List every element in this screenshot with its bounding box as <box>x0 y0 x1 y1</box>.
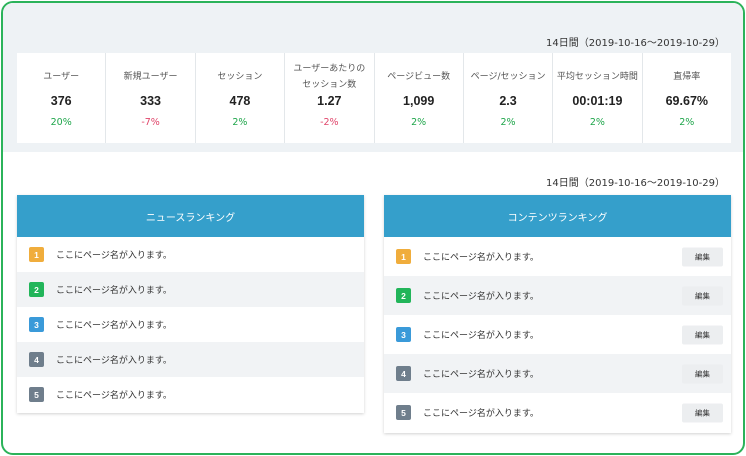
stat-label: 直帰率 <box>673 72 701 82</box>
stat-label-line2: セッション数 <box>302 80 357 90</box>
stat-pages-per-session: ページ/セッション 2.3 2% <box>464 53 554 143</box>
stat-change: 2% <box>411 117 427 128</box>
news-ranking-item[interactable]: 4 ここにページ名が入ります。 <box>17 342 364 377</box>
stat-change: -7% <box>141 117 160 128</box>
stat-label: ページ/セッション <box>470 72 546 82</box>
page-name: ここにページ名が入ります。 <box>423 409 539 419</box>
rank-badge: 2 <box>396 288 411 303</box>
edit-button[interactable]: 編集 <box>682 403 723 422</box>
news-ranking-item[interactable]: 3 ここにページ名が入ります。 <box>17 307 364 342</box>
page-name: ここにページ名が入ります。 <box>56 286 172 296</box>
stat-sessions: セッション 478 2% <box>196 53 286 143</box>
stat-change: 20% <box>50 117 72 128</box>
page-name: ここにページ名が入ります。 <box>56 321 172 331</box>
stat-label: ユーザー <box>43 72 80 82</box>
stat-new-users: 新規ユーザー 333 -7% <box>106 53 196 143</box>
content-ranking-panel: コンテンツランキング 1 ここにページ名が入ります。 編集 2 ここにページ名が… <box>384 195 731 433</box>
page-name: ここにページ名が入ります。 <box>423 331 539 341</box>
stat-label: ページビュー数 <box>387 72 451 82</box>
stat-value: 69.67% <box>665 94 709 108</box>
news-ranking-item[interactable]: 5 ここにページ名が入ります。 <box>17 377 364 412</box>
stat-value: 1,099 <box>403 94 435 108</box>
stat-pageviews: ページビュー数 1,099 2% <box>375 53 464 143</box>
rank-badge: 5 <box>29 387 44 402</box>
stat-value: 333 <box>140 94 161 108</box>
edit-button[interactable]: 編集 <box>682 247 723 266</box>
stat-label: ユーザーあたりの セッション数 <box>285 61 373 93</box>
stat-value: 478 <box>229 94 251 108</box>
page-name: ここにページ名が入ります。 <box>56 251 172 261</box>
stat-label-line1: ユーザーあたりの <box>293 64 366 74</box>
content-ranking-item[interactable]: 4 ここにページ名が入ります。 編集 <box>384 354 731 393</box>
stat-avg-session-duration: 平均セッション時間 00:01:19 2% <box>553 53 643 143</box>
rank-badge: 5 <box>396 405 411 420</box>
rank-badge: 3 <box>396 327 411 342</box>
stat-change: 2% <box>679 117 695 128</box>
stat-value: 00:01:19 <box>572 94 623 108</box>
page-name: ここにページ名が入ります。 <box>56 356 172 366</box>
content-ranking-item[interactable]: 3 ここにページ名が入ります。 編集 <box>384 315 731 354</box>
rank-badge: 4 <box>396 366 411 381</box>
stat-users: ユーザー 376 20% <box>17 53 107 143</box>
edit-button[interactable]: 編集 <box>682 286 723 305</box>
rankings-period: 14日間（2019-10-16～2019-10-29） <box>546 178 725 189</box>
content-ranking-list: 1 ここにページ名が入ります。 編集 2 ここにページ名が入ります。 編集 3 … <box>384 237 731 432</box>
stat-change: 2% <box>500 117 516 128</box>
news-ranking-panel: ニュースランキング 1 ここにページ名が入ります。 2 ここにページ名が入ります… <box>17 195 364 413</box>
stat-sessions-per-user: ユーザーあたりの セッション数 1.27 -2% <box>285 53 375 143</box>
content-ranking-item[interactable]: 1 ここにページ名が入ります。 編集 <box>384 237 731 276</box>
content-ranking-title: コンテンツランキング <box>384 195 731 237</box>
rank-badge: 1 <box>29 247 44 262</box>
stat-value: 2.3 <box>499 94 517 108</box>
edit-button[interactable]: 編集 <box>682 364 723 383</box>
rank-badge: 4 <box>29 352 44 367</box>
stat-bounce-rate: 直帰率 69.67% 2% <box>643 53 731 143</box>
news-ranking-list: 1 ここにページ名が入ります。 2 ここにページ名が入ります。 3 ここにページ… <box>17 237 364 412</box>
stat-value: 376 <box>50 94 72 108</box>
stat-label: 新規ユーザー <box>123 72 178 82</box>
news-ranking-item[interactable]: 1 ここにページ名が入ります。 <box>17 237 364 272</box>
stat-change: -2% <box>320 117 339 128</box>
page-name: ここにページ名が入ります。 <box>423 370 539 380</box>
page-name: ここにページ名が入ります。 <box>423 253 539 263</box>
rank-badge: 3 <box>29 317 44 332</box>
dashboard-frame: 14日間（2019-10-16～2019-10-29） ユーザー 376 20%… <box>1 1 745 455</box>
edit-button[interactable]: 編集 <box>682 325 723 344</box>
stat-change: 2% <box>589 117 605 128</box>
rank-badge: 2 <box>29 282 44 297</box>
stat-change: 2% <box>232 117 248 128</box>
summary-period: 14日間（2019-10-16～2019-10-29） <box>546 38 725 49</box>
content-ranking-item[interactable]: 5 ここにページ名が入ります。 編集 <box>384 393 731 432</box>
content-ranking-item[interactable]: 2 ここにページ名が入ります。 編集 <box>384 276 731 315</box>
page-name: ここにページ名が入ります。 <box>423 292 539 302</box>
summary-section: 14日間（2019-10-16～2019-10-29） ユーザー 376 20%… <box>3 3 743 152</box>
stat-label: 平均セッション時間 <box>556 72 638 82</box>
page-name: ここにページ名が入ります。 <box>56 391 172 401</box>
stat-value: 1.27 <box>317 94 342 108</box>
stat-label: セッション <box>217 72 263 82</box>
news-ranking-title: ニュースランキング <box>17 195 364 237</box>
news-ranking-item[interactable]: 2 ここにページ名が入ります。 <box>17 272 364 307</box>
stats-card: ユーザー 376 20% 新規ユーザー 333 -7% セッション 478 2%… <box>17 53 731 143</box>
rank-badge: 1 <box>396 249 411 264</box>
